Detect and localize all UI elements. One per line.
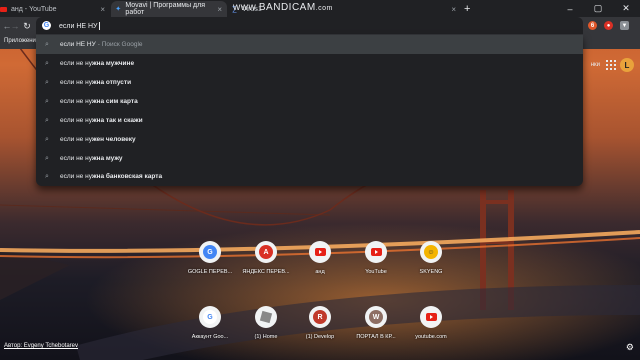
suggestion-item[interactable]: ⌕ если НЕ НУ - Поиск Google [36, 35, 583, 54]
omnibox[interactable]: G если НЕ НУ [36, 17, 583, 34]
suggestion-item[interactable]: ⌕ если не нужна так и скажи [36, 111, 583, 130]
shortcut-google-translate[interactable]: G GOGLE ПЕРЕВ... [184, 239, 236, 289]
shield-icon[interactable]: ▼ [620, 21, 629, 30]
youtube-icon [370, 248, 382, 256]
youtube-icon [425, 313, 437, 321]
suggestion-item[interactable]: ⌕ если не нужен человеку [36, 130, 583, 149]
bookmark-apps[interactable]: Приложения [4, 38, 39, 44]
text-caret [98, 21, 100, 30]
extension-icon-orange[interactable]: 6 [588, 21, 597, 30]
search-icon: ⌕ [45, 135, 49, 143]
tab-title: Movavi | Программы для работ [125, 2, 206, 16]
google-icon: G [42, 21, 51, 30]
new-tab-button[interactable]: + [464, 1, 478, 17]
search-icon: ⌕ [45, 154, 49, 162]
yandex-translate-icon: A [259, 245, 273, 259]
avatar[interactable]: L [620, 58, 634, 72]
gear-icon[interactable]: ⚙ [626, 342, 634, 353]
youtube-favicon [0, 6, 7, 13]
omnibox-input[interactable]: если НЕ НУ [59, 22, 98, 29]
search-icon: ⌕ [45, 116, 49, 124]
apps-grid-icon[interactable] [606, 60, 616, 70]
bandicam-watermark: www.BANDICAM.com [233, 2, 333, 13]
images-link[interactable]: нки [591, 62, 600, 68]
google-icon: G [203, 310, 217, 324]
tab-movavi[interactable]: ✦ Movavi | Программы для работ × [111, 1, 227, 17]
search-icon: ⌕ [45, 97, 49, 105]
google-translate-icon: G [203, 245, 217, 259]
close-window-button[interactable]: ✕ [612, 0, 640, 17]
shortcut-yandex-translate[interactable]: A ЯНДЕКС ПЕРЕВ... [240, 239, 292, 289]
youtube-icon [314, 248, 326, 256]
shortcut-develop[interactable]: R (1) Develop [294, 304, 346, 354]
tab-bar: анд - YouTube × ✦ Movavi | Программы для… [0, 0, 640, 17]
tab-title: анд - YouTube [11, 5, 57, 13]
photo-author-link[interactable]: Автор: Evgeny Tchebotarev [4, 343, 78, 349]
search-icon: ⌕ [45, 40, 49, 48]
skyeng-icon: ☺ [424, 245, 438, 259]
tab-youtube[interactable]: анд - YouTube × [0, 1, 110, 17]
suggestion-item[interactable]: ⌕ если не нужна мужу [36, 149, 583, 168]
movavi-favicon: ✦ [115, 6, 122, 13]
shortcut-skyeng[interactable]: ☺ SKYENG [405, 239, 457, 289]
shortcut-youtube-and[interactable]: анд [294, 239, 346, 289]
suggestion-item[interactable]: ⌕ если не нужна сим карта [36, 92, 583, 111]
search-icon: ⌕ [45, 59, 49, 67]
shortcut-youtube-com[interactable]: youtube.com [405, 304, 457, 354]
suggestion-item[interactable]: ⌕ если не нужна отпусти [36, 73, 583, 92]
shortcut-youtube[interactable]: YouTube [350, 239, 402, 289]
reload-button[interactable]: ↻ [20, 17, 34, 35]
suggestion-item[interactable]: ⌕ если не нужна мужчине [36, 54, 583, 73]
maximize-button[interactable]: ▢ [584, 0, 612, 17]
close-tab-icon[interactable]: × [451, 5, 461, 14]
suggestion-item[interactable]: ⌕ если не нужна банковская карта [36, 167, 583, 186]
extension-icon-red[interactable]: ● [604, 21, 613, 30]
close-tab-icon[interactable]: × [100, 5, 110, 14]
letter-r-icon: R [313, 310, 327, 324]
roblox-icon [259, 310, 273, 324]
close-tab-icon[interactable]: × [217, 5, 227, 14]
shortcut-google-account[interactable]: G Аккаунт Goo... [184, 304, 236, 354]
minimize-button[interactable]: – [556, 0, 584, 17]
search-icon: ⌕ [45, 172, 49, 180]
shortcut-portal[interactable]: W ПОРТАЛ В КР... [350, 304, 402, 354]
search-icon: ⌕ [45, 78, 49, 86]
suggestions-dropdown: ⌕ если НЕ НУ - Поиск Google ⌕ если не нуж… [36, 35, 583, 186]
shortcut-roblox-home[interactable]: (1) Home [240, 304, 292, 354]
letter-w-icon: W [369, 310, 383, 324]
